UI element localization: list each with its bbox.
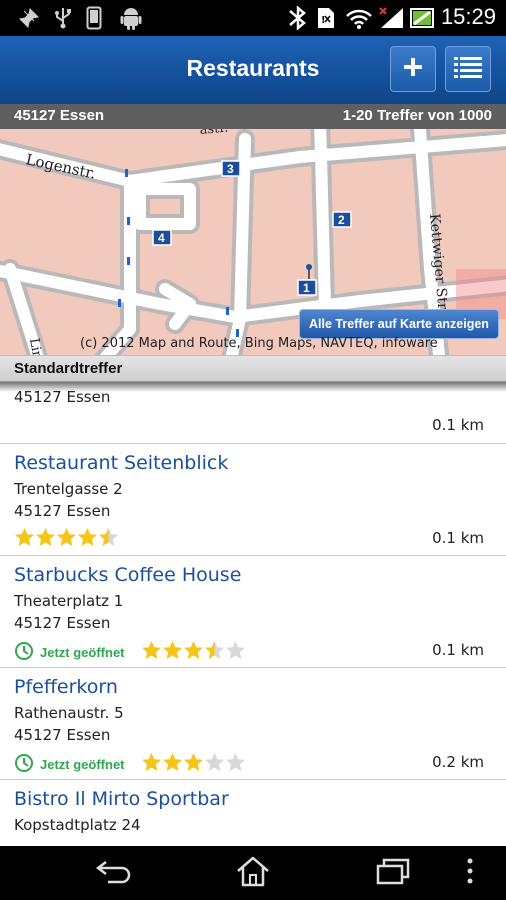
star-icon	[15, 528, 34, 546]
results-list[interactable]: 45127 Essen 0.1 km Restaurant Seitenblic…	[0, 382, 506, 846]
action-bar: Restaurants	[0, 36, 506, 104]
results-count: 1-20 Treffer von 1000	[342, 107, 492, 124]
result-name[interactable]: Pfefferkorn	[14, 676, 118, 698]
star-icon	[142, 753, 161, 771]
star-icon	[142, 641, 161, 659]
result-distance: 0.1 km	[432, 416, 484, 434]
clock: 15:29	[440, 4, 496, 29]
result-city: 45127 Essen	[14, 726, 111, 744]
home-button[interactable]	[223, 854, 283, 892]
list-item[interactable]: Pfefferkorn Rathenaustr. 5 45127 Essen J…	[0, 668, 506, 780]
svg-text:2: 2	[338, 213, 345, 227]
star-icon	[226, 641, 245, 659]
svg-text:3: 3	[227, 162, 234, 176]
list-shadow	[0, 382, 506, 392]
street-label-top: astr.	[199, 129, 229, 138]
rating-stars	[141, 640, 246, 660]
result-city: 45127 Essen	[14, 614, 111, 632]
phone-icon	[86, 6, 102, 30]
app-screen: ! 15:29 Restaurants 45127 Essen 1-20 Tre…	[0, 0, 506, 900]
marker-4[interactable]: 4	[152, 229, 172, 246]
result-street: Trentelgasse 2	[14, 480, 123, 498]
status-bar: ! 15:29	[0, 0, 506, 36]
recent-apps-button[interactable]	[363, 854, 423, 892]
result-name[interactable]: Starbucks Coffee House	[14, 564, 241, 586]
star-icon	[57, 528, 76, 546]
android-icon	[120, 7, 142, 30]
svg-text:4: 4	[158, 231, 165, 245]
result-street: Rathenaustr. 5	[14, 704, 124, 722]
open-status: Jetzt geöffnet	[14, 753, 125, 776]
list-item[interactable]: Starbucks Coffee House Theaterplatz 1 45…	[0, 556, 506, 668]
open-label: Jetzt geöffnet	[40, 645, 125, 660]
marker-2[interactable]: 2	[332, 211, 352, 228]
rating-stars	[14, 527, 119, 547]
location-label: 45127 Essen	[14, 107, 105, 124]
add-button[interactable]	[390, 46, 436, 92]
pin-icon	[18, 7, 40, 29]
navigation-bar	[0, 846, 506, 900]
section-header: Standardtreffer	[0, 355, 506, 382]
result-name[interactable]: Bistro Il Mirto Sportbar	[14, 788, 229, 810]
star-icon	[205, 753, 224, 771]
map-copyright: (c) 2012 Map and Route, Bing Maps, NAVTE…	[80, 336, 438, 351]
map-view[interactable]: Logenstr. Kettwiger Str. astr. Lin 1 2 3…	[0, 129, 506, 355]
back-button[interactable]	[84, 854, 144, 892]
result-name[interactable]: Restaurant Seitenblick	[14, 452, 228, 474]
list-view-button[interactable]	[445, 46, 491, 92]
sim-icon: !	[316, 7, 336, 29]
menu-icon	[466, 857, 474, 889]
star-icon	[184, 641, 203, 659]
star-icon	[36, 528, 55, 546]
star-icon	[205, 641, 224, 659]
usb-icon	[54, 7, 72, 29]
signal-icon	[377, 7, 405, 29]
rating-stars	[141, 752, 246, 772]
clock-icon	[14, 641, 34, 664]
star-icon	[184, 753, 203, 771]
open-status: Jetzt geöffnet	[14, 641, 125, 664]
result-distance: 0.1 km	[432, 529, 484, 547]
result-street: Theaterplatz 1	[14, 592, 124, 610]
show-all-on-map-button[interactable]: Alle Treffer auf Karte anzeigen	[299, 309, 499, 339]
star-icon	[163, 641, 182, 659]
star-icon	[226, 753, 245, 771]
location-bar: 45127 Essen 1-20 Treffer von 1000	[0, 104, 506, 129]
wifi-icon	[345, 7, 373, 29]
result-distance: 0.1 km	[432, 641, 484, 659]
recent-apps-icon	[375, 857, 411, 889]
home-icon	[235, 855, 271, 891]
star-icon	[99, 528, 118, 546]
star-icon	[163, 753, 182, 771]
menu-button[interactable]	[450, 854, 490, 892]
street-label-lin: Lin	[26, 337, 45, 355]
list-icon	[454, 56, 482, 82]
open-label: Jetzt geöffnet	[40, 757, 125, 772]
clock-icon	[14, 753, 34, 776]
list-item[interactable]: Restaurant Seitenblick Trentelgasse 2 45…	[0, 444, 506, 556]
marker-3[interactable]: 3	[221, 160, 241, 177]
back-icon	[94, 858, 134, 888]
bluetooth-icon	[285, 6, 311, 30]
marker-1[interactable]: 1	[297, 264, 317, 296]
battery-icon	[410, 7, 436, 29]
result-distance: 0.2 km	[432, 753, 484, 771]
section-title: Standardtreffer	[14, 360, 123, 377]
star-icon	[78, 528, 97, 546]
list-item[interactable]: Bistro Il Mirto Sportbar Kopstadtplatz 2…	[0, 780, 506, 846]
plus-icon	[402, 56, 424, 82]
result-street: Kopstadtplatz 24	[14, 816, 141, 834]
result-city: 45127 Essen	[14, 502, 111, 520]
svg-text:1: 1	[303, 281, 310, 295]
